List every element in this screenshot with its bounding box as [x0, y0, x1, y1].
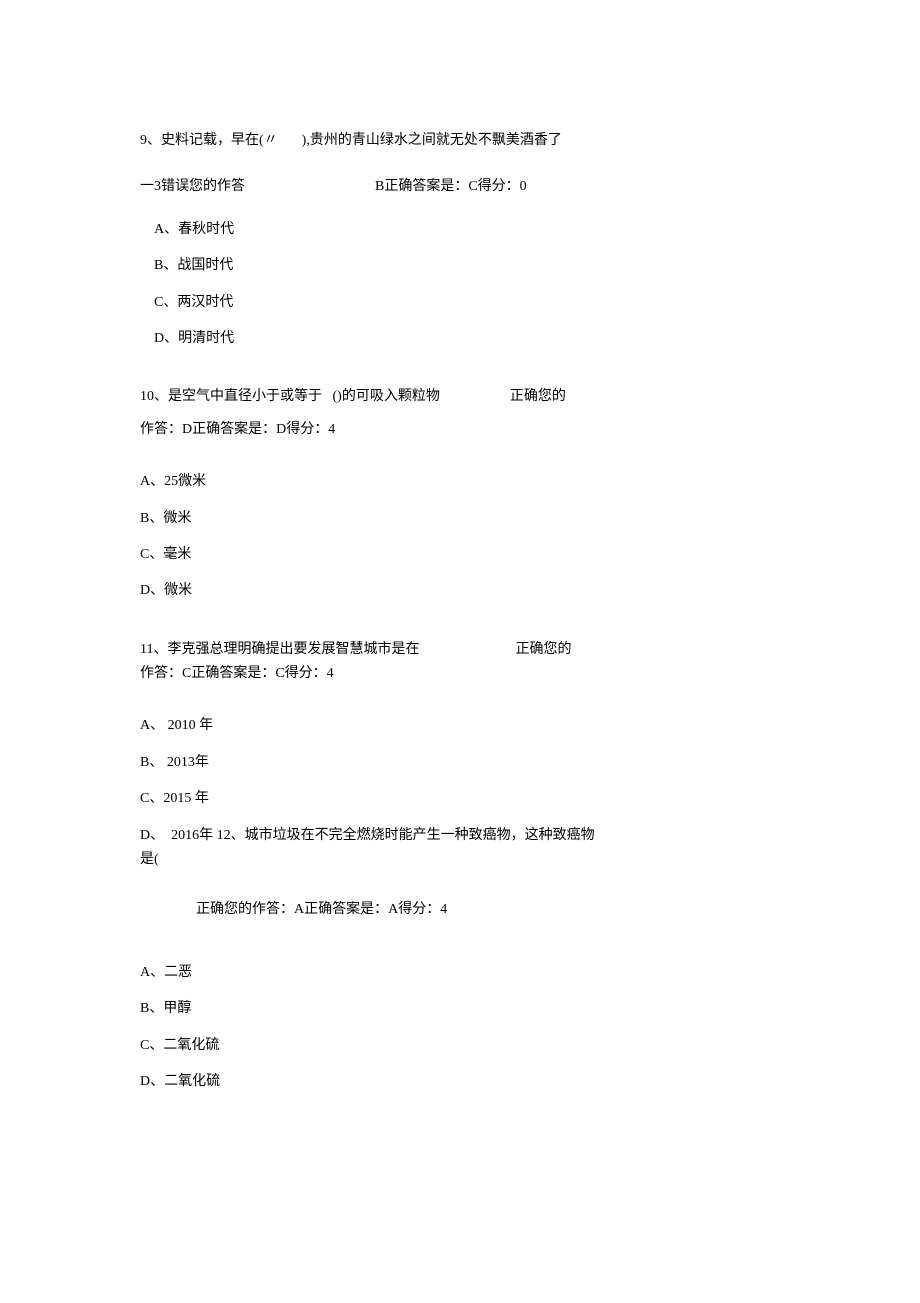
- question-10-option-a: A、25微米: [140, 471, 780, 493]
- question-9-line1: 9、史料记载，早在(〃 ),贵州的青山绿水之间就无处不飘美酒香了: [140, 130, 780, 152]
- question-11-stem: 11、李克强总理明确提出要发展智慧城市是在: [140, 639, 419, 661]
- question-10-feedback: 作答：D正确答案是：D得分：4: [140, 419, 780, 441]
- question-12-option-c: C、二氧化硫: [140, 1035, 780, 1057]
- question-11-line1: 11、李克强总理明确提出要发展智慧城市是在 正确您的: [140, 639, 780, 661]
- question-12-options: A、二恶 B、甲醇 C、二氧化硫 D、二氧化硫: [140, 962, 780, 1094]
- question-11-options: A、 2010 年 B、 2013年 C、2015 年: [140, 715, 780, 810]
- question-11-feedback: 作答：C正确答案是：C得分：4: [140, 663, 780, 685]
- question-9-feedback-a: 一3错误您的作答: [140, 176, 245, 198]
- question-9-feedback: 一3错误您的作答 B正确答案是：C得分：0: [140, 176, 780, 198]
- question-11-option-c: C、2015 年: [140, 788, 780, 810]
- question-11-status: 正确您的: [515, 639, 571, 661]
- question-10: 10、是空气中直径小于或等于 ()的可吸入颗粒物 正确您的 作答：D正确答案是：…: [140, 386, 780, 602]
- question-9-option-d: D、明清时代: [154, 328, 780, 350]
- question-9-option-c: C、两汉时代: [154, 292, 780, 314]
- question-9-option-a: A、春秋时代: [154, 219, 780, 241]
- question-11: 11、李克强总理明确提出要发展智慧城市是在 正确您的 作答：C正确答案是：C得分…: [140, 639, 780, 1094]
- question-10-option-b: B、微米: [140, 508, 780, 530]
- question-10-stem: 10、是空气中直径小于或等于 ()的可吸入颗粒物: [140, 386, 440, 408]
- question-10-option-d: D、微米: [140, 580, 780, 602]
- question-9-feedback-b: B正确答案是：C得分：0: [375, 176, 527, 198]
- question-10-line1: 10、是空气中直径小于或等于 ()的可吸入颗粒物 正确您的: [140, 386, 780, 408]
- question-10-status: 正确您的: [510, 386, 566, 408]
- question-9-stem-a: 9、史料记载，早在(〃: [140, 130, 278, 152]
- question-12-stem-cont: 是(: [140, 849, 780, 871]
- question-11-option-b: B、 2013年: [140, 752, 780, 774]
- question-12-option-a: A、二恶: [140, 962, 780, 984]
- document-page: 9、史料记载，早在(〃 ),贵州的青山绿水之间就无处不飘美酒香了 一3错误您的作…: [0, 0, 920, 1207]
- question-9-option-b: B、战国时代: [154, 255, 780, 277]
- question-10-option-c: C、毫米: [140, 544, 780, 566]
- question-11-option-a: A、 2010 年: [140, 715, 780, 737]
- question-12: D、 2016年 12、城市垃圾在不完全燃烧时能产生一种致癌物，这种致癌物 是(…: [140, 825, 780, 1094]
- question-12-option-b: B、甲醇: [140, 998, 780, 1020]
- question-9-stem-b: ),贵州的青山绿水之间就无处不飘美酒香了: [302, 130, 562, 152]
- question-11-option-d-and-q12-stem: D、 2016年 12、城市垃圾在不完全燃烧时能产生一种致癌物，这种致癌物: [140, 825, 780, 847]
- question-9-options: A、春秋时代 B、战国时代 C、两汉时代 D、明清时代: [154, 219, 780, 351]
- question-10-options: A、25微米 B、微米 C、毫米 D、微米: [140, 471, 780, 603]
- question-12-option-d: D、二氧化硫: [140, 1071, 780, 1093]
- question-12-feedback: 正确您的作答：A正确答案是：A得分：4: [196, 899, 780, 921]
